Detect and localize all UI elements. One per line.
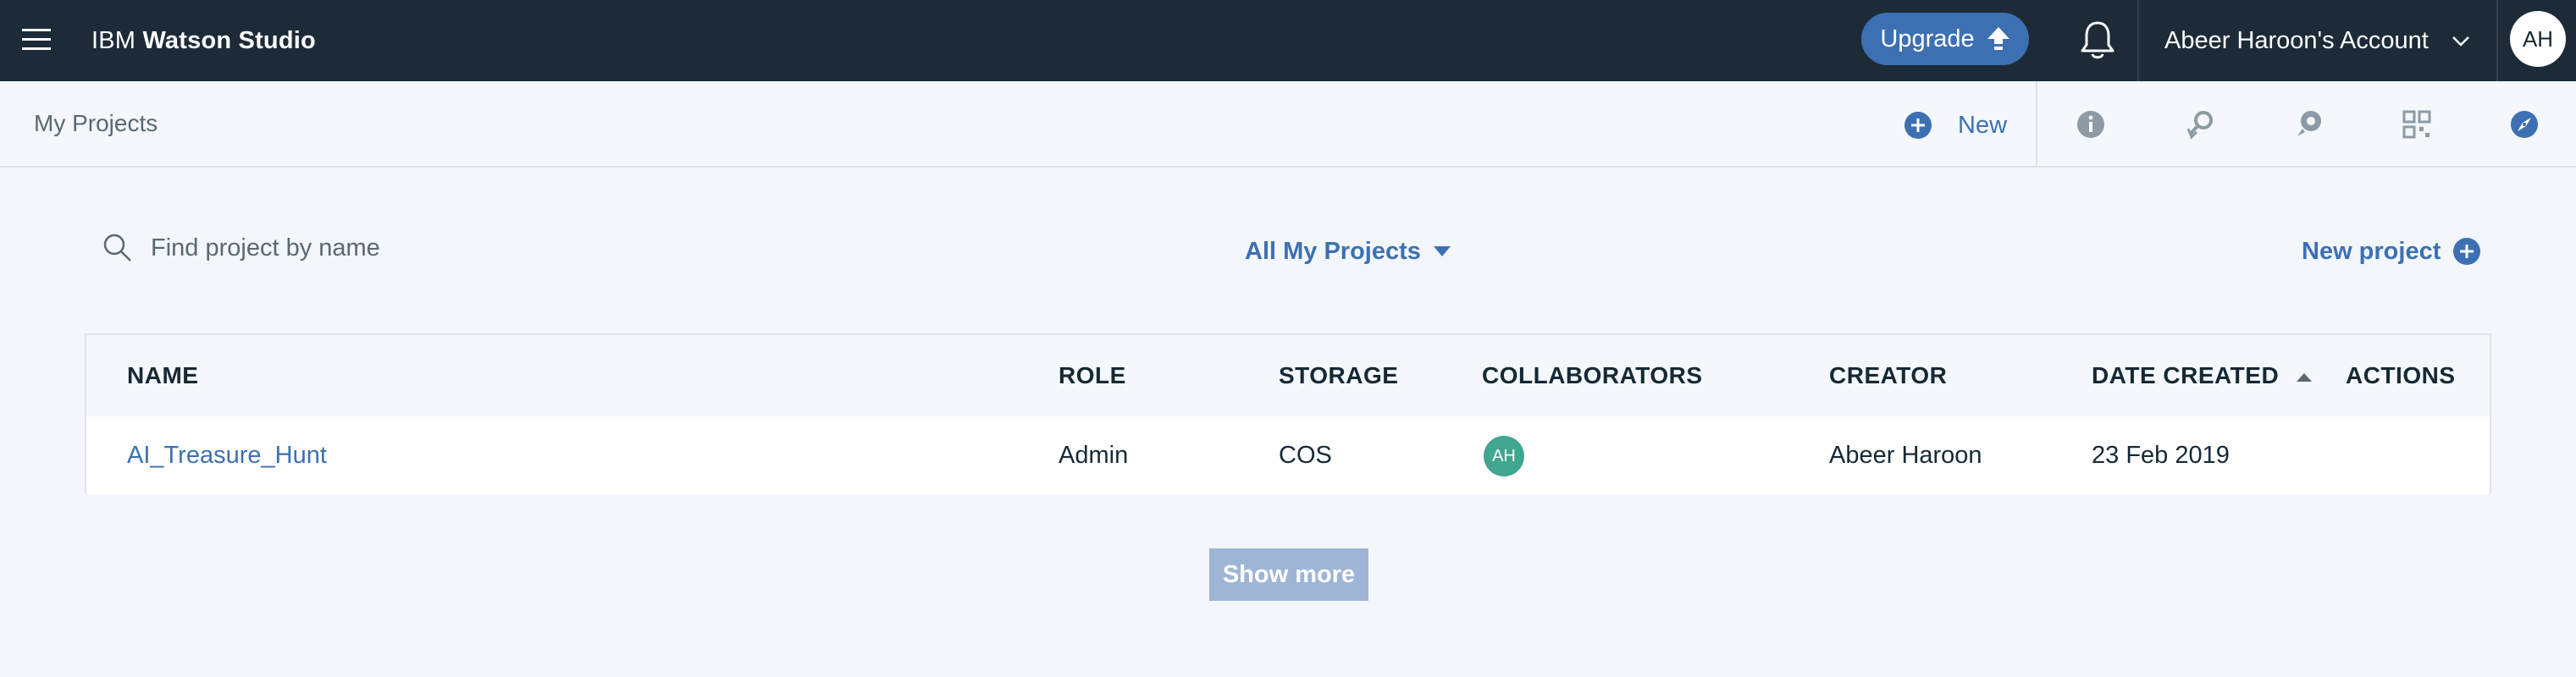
collaborator-avatar[interactable]: AH — [1484, 436, 1524, 476]
brand-name: Watson Studio — [142, 27, 316, 54]
topbar-divider — [2496, 0, 2498, 81]
services-grid-icon[interactable] — [2401, 108, 2433, 140]
upgrade-label: Upgrade — [1880, 25, 1975, 52]
search-icon — [103, 234, 131, 261]
project-filter-dropdown[interactable]: All My Projects — [1245, 234, 1451, 269]
toolbar-divider — [2036, 81, 2037, 166]
upgrade-arrow-icon — [1987, 27, 2009, 50]
upgrade-button[interactable]: Upgrade — [1861, 13, 2029, 65]
notifications-bell-icon[interactable] — [2079, 19, 2116, 61]
new-label: New — [1958, 111, 2008, 139]
column-header-collaborators[interactable]: COLLABORATORS — [1482, 335, 1703, 416]
breadcrumb[interactable]: My Projects — [34, 81, 158, 166]
project-search[interactable] — [100, 227, 574, 269]
filter-label: All My Projects — [1245, 237, 1421, 265]
projects-table: NAME ROLE STORAGE COLLABORATORS CREATOR … — [85, 333, 2491, 494]
project-date-created: 23 Feb 2019 — [2092, 442, 2230, 469]
project-role: Admin — [1059, 442, 1129, 469]
caret-down-icon — [1433, 246, 1451, 256]
new-project-label: New project — [2302, 237, 2441, 265]
table-header: NAME ROLE STORAGE COLLABORATORS CREATOR … — [86, 335, 2490, 418]
search-input[interactable] — [151, 227, 557, 269]
compass-icon[interactable] — [2508, 108, 2540, 140]
table-row[interactable]: AI_Treasure_Hunt Admin COS AH Abeer Haro… — [86, 416, 2490, 494]
new-asset-button[interactable]: New — [1904, 108, 2007, 142]
column-header-name[interactable]: NAME — [127, 335, 198, 416]
brand-prefix: IBM — [91, 27, 136, 54]
project-storage: COS — [1279, 442, 1332, 469]
community-icon[interactable] — [2293, 108, 2325, 140]
add-circle-icon — [1904, 112, 1932, 139]
date-created-label: DATE CREATED — [2092, 362, 2280, 388]
user-avatar[interactable]: AH — [2510, 11, 2566, 67]
find-data-icon[interactable] — [2185, 108, 2217, 140]
column-header-date-created[interactable]: DATE CREATED — [2092, 335, 2313, 416]
project-creator: Abeer Haroon — [1829, 442, 1982, 469]
info-icon[interactable] — [2075, 108, 2107, 140]
topbar-divider — [2137, 0, 2139, 81]
new-project-button[interactable]: New project — [2302, 234, 2481, 269]
column-header-creator[interactable]: CREATOR — [1829, 335, 1947, 416]
column-header-role[interactable]: ROLE — [1059, 335, 1126, 416]
column-header-storage[interactable]: STORAGE — [1279, 335, 1398, 416]
breadcrumb-bar: My Projects New — [0, 81, 2576, 168]
account-switcher[interactable]: Abeer Haroon's Account — [2164, 0, 2429, 81]
top-navigation-bar: IBM Watson Studio Upgrade Abeer Haroon's… — [0, 0, 2576, 81]
show-more-button[interactable]: Show more — [1209, 548, 1368, 601]
project-name-link[interactable]: AI_Treasure_Hunt — [127, 416, 327, 494]
product-title[interactable]: IBM Watson Studio — [91, 0, 316, 81]
sort-ascending-icon — [2297, 372, 2313, 382]
column-header-actions: ACTIONS — [2346, 362, 2456, 388]
hamburger-menu-icon[interactable] — [20, 24, 53, 56]
chevron-down-icon[interactable] — [2451, 32, 2471, 49]
add-circle-icon — [2453, 238, 2481, 265]
